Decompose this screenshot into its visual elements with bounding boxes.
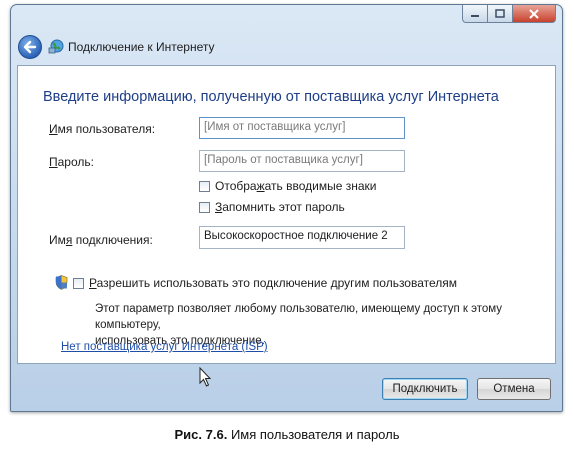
username-input[interactable]: [Имя от поставщика услуг] xyxy=(199,117,405,139)
window-title: Подключение к Интернету xyxy=(68,40,215,54)
connection-name-label: Имя подключения: xyxy=(49,233,153,247)
allow-others-checkbox[interactable] xyxy=(73,278,84,289)
back-button[interactable] xyxy=(18,35,42,59)
close-icon xyxy=(529,8,539,19)
figure-number: Рис. 7.6. xyxy=(174,427,228,442)
figure-caption: Рис. 7.6. Имя пользователя и пароль xyxy=(0,427,574,442)
network-globe-icon xyxy=(48,39,64,54)
remember-password-checkbox[interactable] xyxy=(199,202,210,213)
allow-others-note-line-1: Этот параметр позволяет любому пользоват… xyxy=(95,303,503,331)
minimize-icon xyxy=(471,14,479,17)
connect-button[interactable]: Подключить xyxy=(382,378,468,400)
show-characters-checkbox[interactable] xyxy=(199,181,210,192)
close-button[interactable] xyxy=(513,5,556,23)
page-heading: Введите информацию, полученную от постав… xyxy=(43,89,499,105)
caption-buttons xyxy=(462,5,556,23)
cancel-button[interactable]: Отмена xyxy=(477,378,551,400)
maximize-button[interactable] xyxy=(488,5,513,23)
dialog-window: Подключение к Интернету Введите информац… xyxy=(10,4,563,412)
show-characters-label: Отображать вводимые знаки xyxy=(215,179,377,193)
password-input[interactable]: [Пароль от поставщика услуг] xyxy=(199,150,405,172)
password-label: Пароль: xyxy=(49,155,94,169)
minimize-button[interactable] xyxy=(462,5,488,23)
remember-password-label: Запомнить этот пароль xyxy=(215,200,345,214)
allow-others-label: Разрешить использовать это подключение д… xyxy=(89,276,458,290)
figure-caption-text: Имя пользователя и пароль xyxy=(227,427,400,442)
username-label: Имя пользователя: xyxy=(49,122,156,136)
connection-name-input[interactable]: Высокоскоростное подключение 2 xyxy=(199,226,405,249)
uac-shield-icon xyxy=(55,275,68,290)
maximize-icon xyxy=(495,9,505,18)
mouse-cursor-icon xyxy=(199,367,212,387)
no-isp-link[interactable]: Нет поставщика услуг Интернета (ISP) xyxy=(61,341,268,353)
back-arrow-icon xyxy=(23,40,37,54)
